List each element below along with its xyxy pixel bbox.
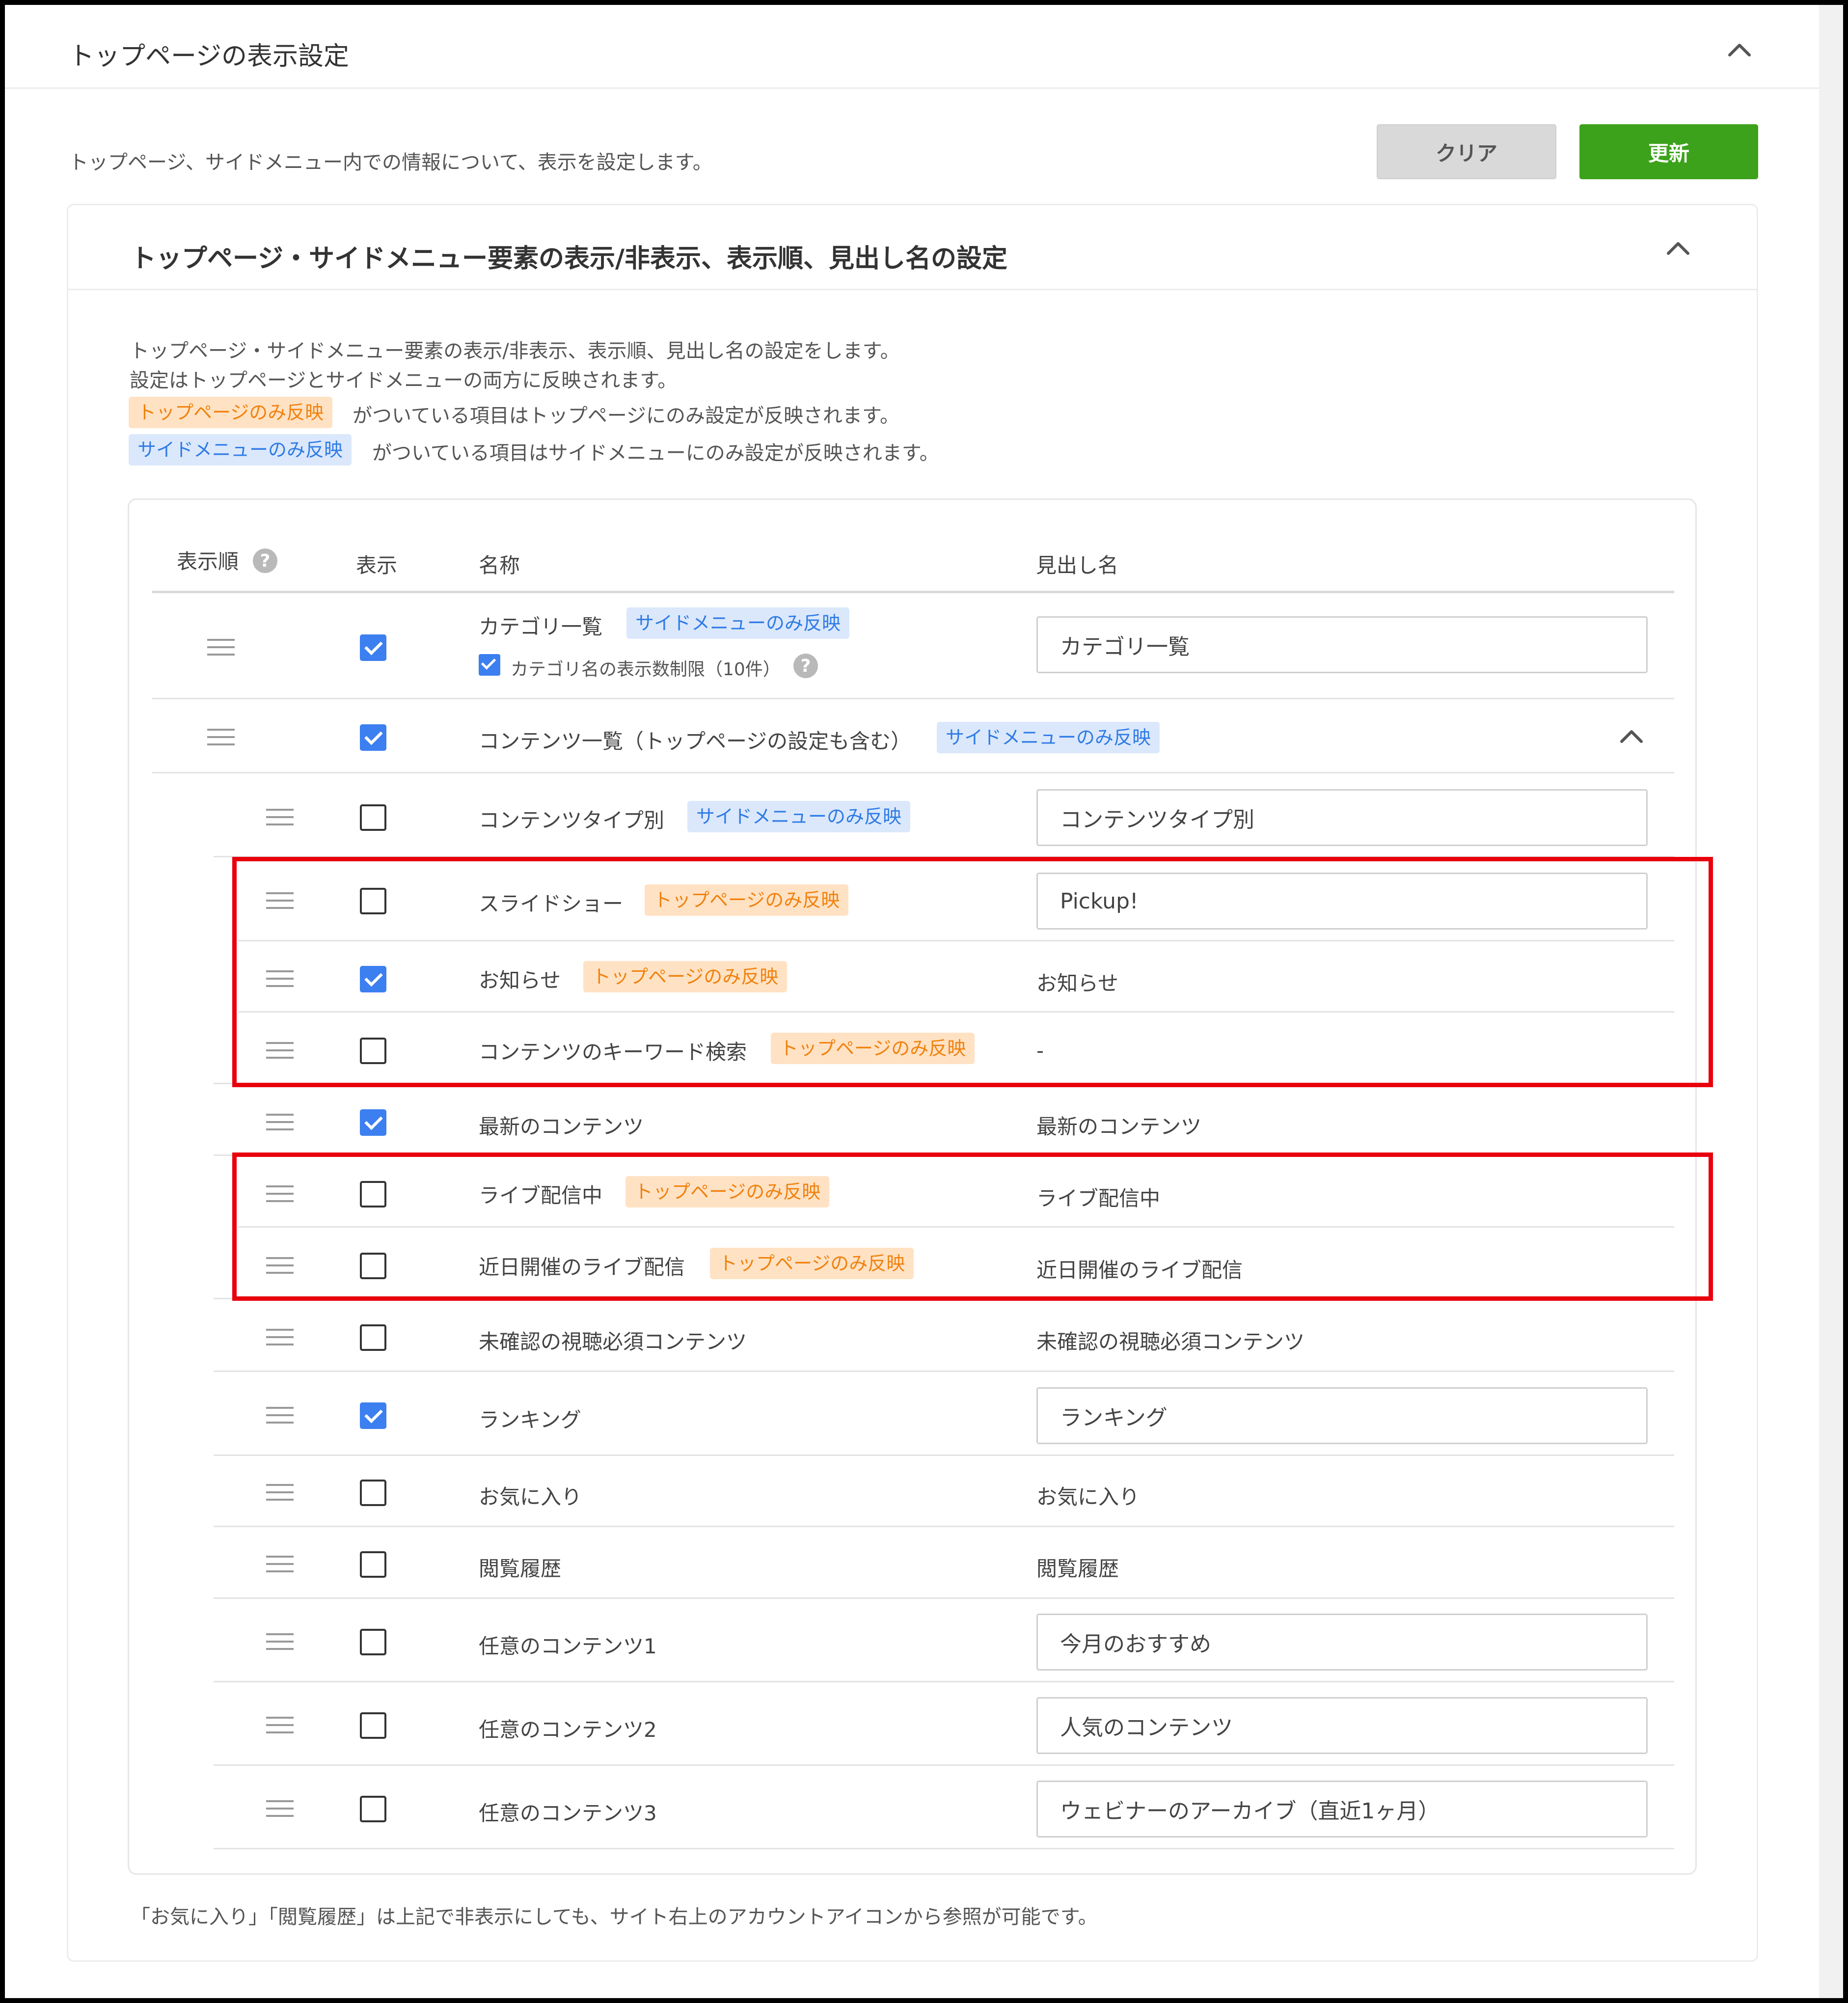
side-only-tag: サイドメニューのみ反映: [937, 722, 1160, 753]
header-name: 名称: [479, 553, 520, 577]
page-title: トップページの表示設定: [69, 42, 349, 71]
heading-text: 閲覧履歴: [1036, 1557, 1119, 1581]
display-checkbox[interactable]: [360, 724, 386, 751]
expand-chevron-icon[interactable]: [1617, 722, 1646, 751]
scrollbar[interactable]: [1819, 5, 1843, 1998]
footer-note: 「お気に入り」「閲覧履歴」は上記で非表示にしても、サイト右上のアカウントアイコン…: [131, 1906, 1098, 1928]
collapse-chevron-icon[interactable]: [1725, 35, 1754, 65]
help-icon[interactable]: ?: [253, 549, 277, 573]
display-checkbox[interactable]: [360, 1109, 386, 1136]
heading-input[interactable]: コンテンツタイプ別: [1036, 789, 1648, 846]
header-divider: [5, 87, 1819, 89]
item-name: 任意のコンテンツ3: [479, 1801, 657, 1825]
drag-handle-icon[interactable]: [266, 1329, 294, 1346]
highlight-box: [232, 857, 1713, 1087]
legend-side-only-tag: サイドメニューのみ反映: [129, 434, 352, 466]
item-name: 未確認の視聴必須コンテンツ: [479, 1330, 747, 1354]
category-limit-label: カテゴリ名の表示数制限（10件）: [511, 659, 781, 680]
header-heading: 見出し名: [1036, 553, 1119, 577]
item-name: コンテンツ一覧（トップページの設定も含む）: [479, 729, 912, 753]
header-order: 表示順: [177, 549, 239, 574]
row-divider: [152, 772, 1674, 773]
side-only-tag: サイドメニューのみ反映: [626, 607, 850, 639]
item-name: お気に入り: [479, 1485, 582, 1509]
drag-handle-icon[interactable]: [266, 1556, 294, 1573]
heading-input[interactable]: 人気のコンテンツ: [1036, 1697, 1648, 1754]
display-checkbox[interactable]: [360, 1712, 386, 1739]
drag-handle-icon[interactable]: [207, 729, 235, 746]
display-checkbox[interactable]: [360, 1551, 386, 1578]
item-name: 任意のコンテンツ1: [479, 1634, 657, 1658]
heading-text: お気に入り: [1036, 1485, 1140, 1509]
item-name: コンテンツタイプ別: [479, 808, 665, 832]
heading-input[interactable]: カテゴリ一覧: [1036, 616, 1648, 673]
settings-page: トップページの表示設定 トップページ、サイドメニュー内での情報について、表示を設…: [5, 5, 1843, 1998]
category-limit-checkbox[interactable]: [479, 654, 500, 676]
row-divider: [152, 698, 1674, 699]
legend-side-only-text: がついている項目はサイドメニューにのみ設定が反映されます。: [372, 442, 939, 465]
drag-handle-icon[interactable]: [266, 1717, 294, 1734]
heading-input[interactable]: ランキング: [1036, 1387, 1648, 1444]
update-button[interactable]: 更新: [1579, 124, 1758, 179]
display-checkbox[interactable]: [360, 1796, 386, 1822]
item-name: カテゴリ一覧: [479, 615, 603, 639]
section-title: トップページ・サイドメニュー要素の表示/非表示、表示順、見出し名の設定: [131, 244, 1007, 274]
drag-handle-icon[interactable]: [266, 1114, 294, 1131]
drag-handle-icon[interactable]: [266, 1800, 294, 1818]
section-collapse-chevron-icon[interactable]: [1663, 234, 1693, 263]
intro-line: 設定はトップページとサイドメニューの両方に反映されます。: [130, 369, 678, 392]
display-checkbox[interactable]: [360, 804, 386, 831]
side-only-tag: サイドメニューのみ反映: [687, 801, 911, 832]
legend-top-only-text: がついている項目はトップページにのみ設定が反映されます。: [353, 405, 899, 427]
header-rule: [152, 591, 1674, 593]
display-checkbox[interactable]: [360, 1402, 386, 1429]
heading-text: 未確認の視聴必須コンテンツ: [1036, 1330, 1305, 1354]
help-icon[interactable]: ?: [793, 654, 818, 678]
row-divider: [214, 1681, 1674, 1682]
heading-input[interactable]: 今月のおすすめ: [1036, 1614, 1648, 1671]
row-divider: [214, 1764, 1674, 1766]
row-divider: [214, 1848, 1674, 1849]
row-divider: [214, 1454, 1674, 1456]
clear-button[interactable]: クリア: [1377, 124, 1556, 179]
display-checkbox[interactable]: [360, 1480, 386, 1506]
row-divider: [214, 1371, 1674, 1372]
display-checkbox[interactable]: [360, 1324, 386, 1351]
drag-handle-icon[interactable]: [207, 639, 235, 657]
page-description: トップページ、サイドメニュー内での情報について、表示を設定します。: [69, 151, 712, 174]
item-name: ランキング: [479, 1408, 581, 1432]
heading-input[interactable]: ウェビナーのアーカイブ（直近1ヶ月）: [1036, 1781, 1648, 1838]
row-divider: [214, 1597, 1674, 1599]
highlight-box: [232, 1152, 1713, 1301]
row-divider: [214, 1526, 1674, 1527]
drag-handle-icon[interactable]: [266, 1484, 294, 1502]
intro-line: トップページ・サイドメニュー要素の表示/非表示、表示順、見出し名の設定をします。: [130, 340, 900, 362]
item-name: 閲覧履歴: [479, 1557, 562, 1581]
item-name: 任意のコンテンツ2: [479, 1718, 657, 1742]
drag-handle-icon[interactable]: [266, 1633, 294, 1651]
item-name: 最新のコンテンツ: [479, 1115, 644, 1139]
drag-handle-icon[interactable]: [266, 809, 294, 826]
legend-top-only-tag: トップページのみ反映: [129, 397, 333, 428]
display-checkbox[interactable]: [360, 634, 386, 661]
display-checkbox[interactable]: [360, 1629, 386, 1655]
section-divider: [67, 289, 1758, 290]
header-display: 表示: [356, 553, 398, 577]
heading-text: 最新のコンテンツ: [1036, 1115, 1202, 1139]
drag-handle-icon[interactable]: [266, 1407, 294, 1425]
